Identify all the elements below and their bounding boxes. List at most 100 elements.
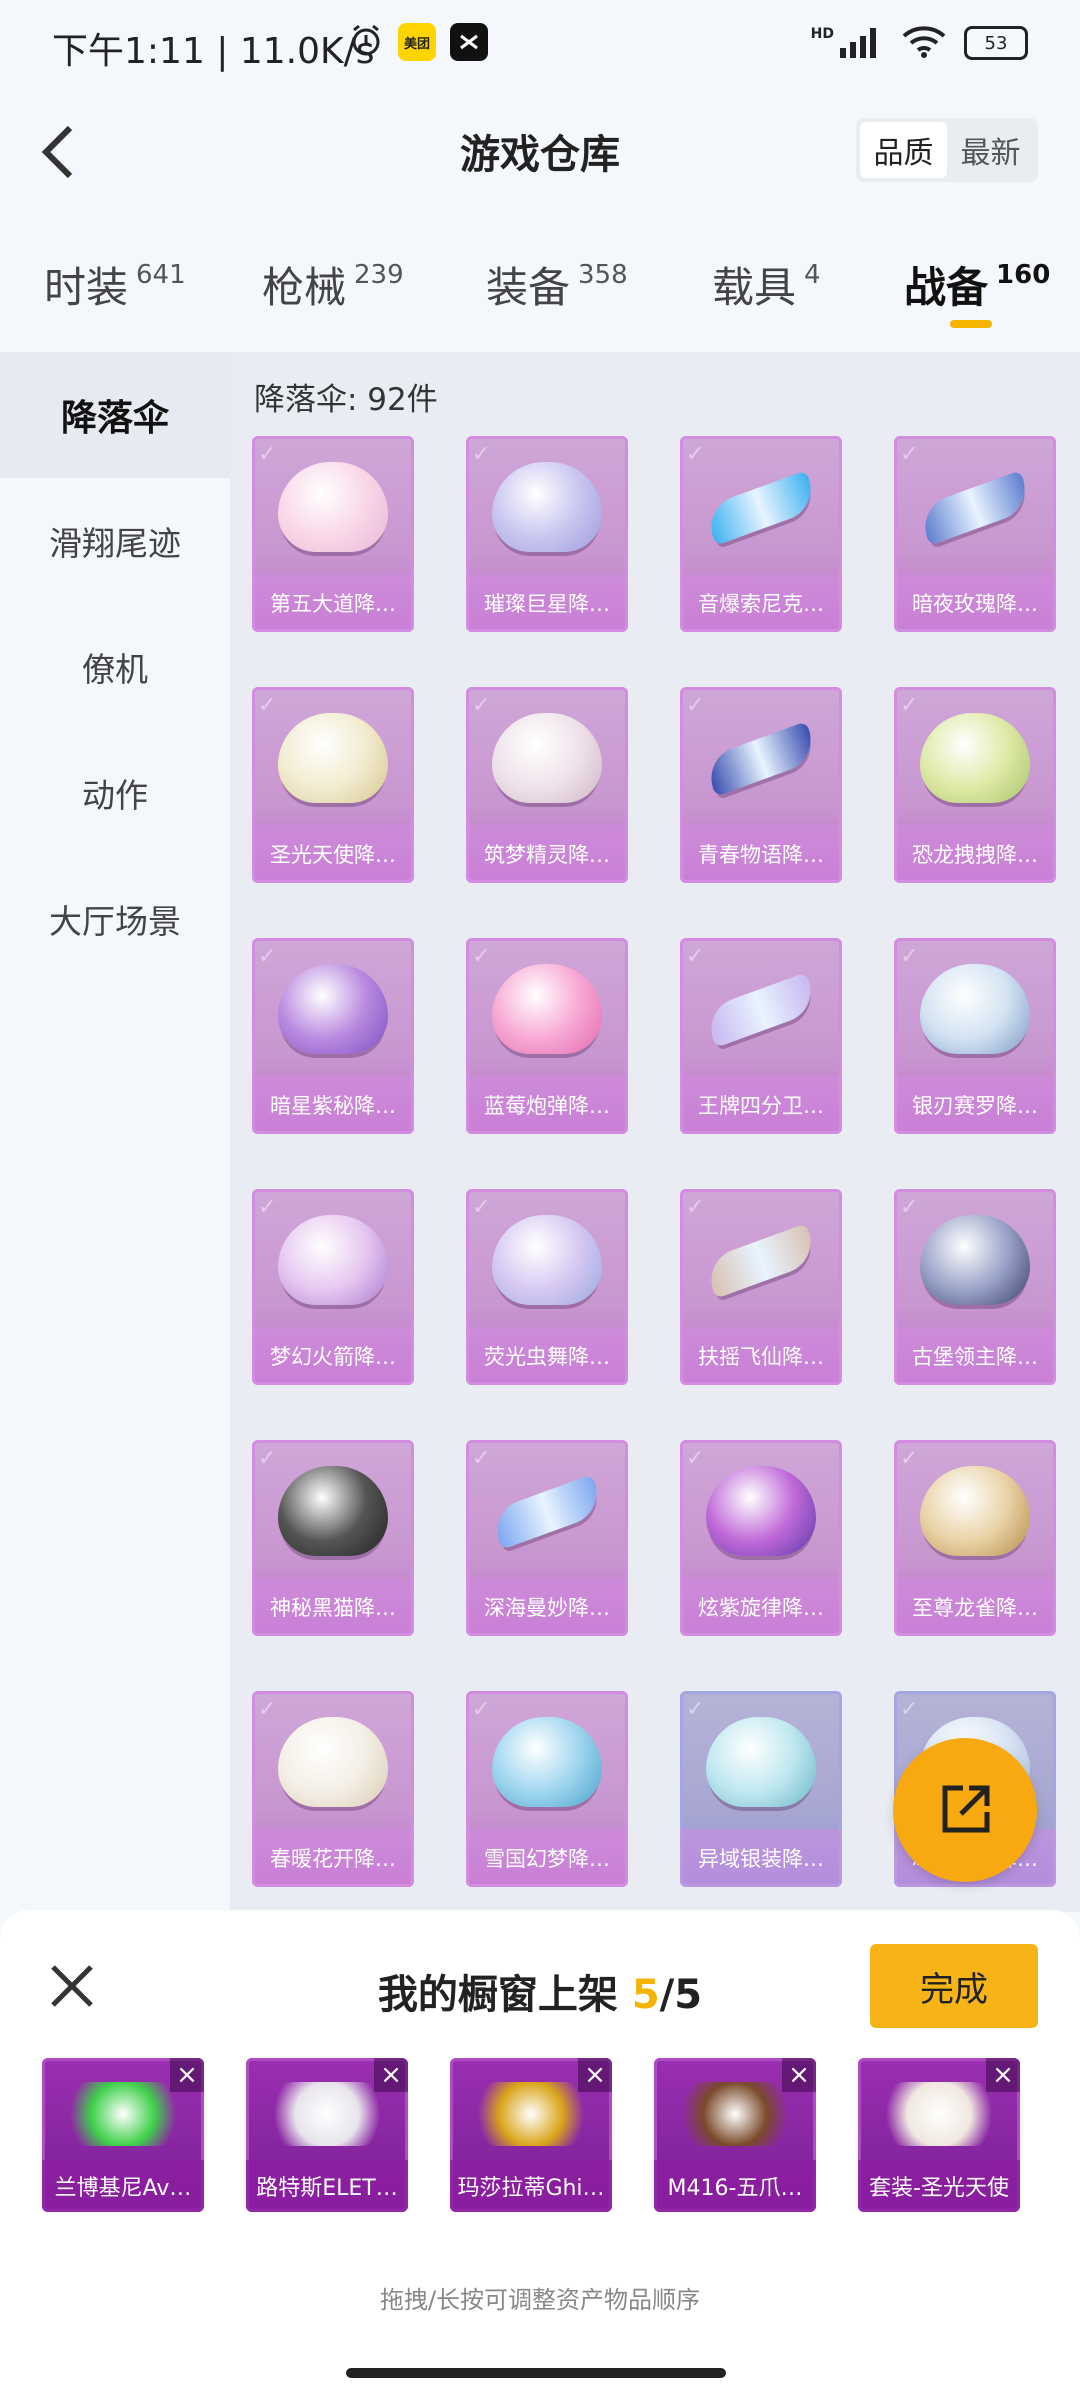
wifi-icon bbox=[902, 24, 946, 62]
item-card[interactable]: ✓ 王牌四分卫… bbox=[680, 938, 842, 1134]
remove-icon[interactable]: × bbox=[782, 2058, 816, 2092]
item-name: 深海曼妙降… bbox=[484, 1596, 610, 1620]
item-card[interactable]: ✓ 扶摇飞仙降… bbox=[680, 1189, 842, 1385]
parachute-art bbox=[278, 713, 388, 803]
showcase-item[interactable]: × M416-五爪… bbox=[654, 2058, 816, 2212]
item-label-strip: 荧光虫舞降… bbox=[466, 1327, 628, 1385]
item-card[interactable]: ✓ 暗夜玫瑰降… bbox=[894, 436, 1056, 632]
status-bar: 下午1:11 | 11.0K/s 美团 HD 53 bbox=[0, 0, 1080, 90]
item-label-strip: 第五大道降… bbox=[252, 574, 414, 632]
item-card[interactable]: ✓ 银刃赛罗降… bbox=[894, 938, 1056, 1134]
sidebar-item-lobby-scene[interactable]: 大厅场景 bbox=[0, 856, 230, 982]
showcase-list: × 兰博基尼Av… × 路特斯ELET… × 玛莎拉蒂Ghi… × M416-五爪… × 套装-圣… bbox=[42, 2058, 1042, 2212]
item-name: 圣光天使降… bbox=[270, 843, 396, 867]
item-card[interactable]: ✓ 炫紫旋律降… bbox=[680, 1440, 842, 1636]
item-label-strip: 雪国幻梦降… bbox=[466, 1829, 628, 1887]
item-card[interactable]: ✓ 青春物语降… bbox=[680, 687, 842, 883]
capcut-app-icon bbox=[450, 23, 488, 61]
remove-icon[interactable]: × bbox=[986, 2058, 1020, 2092]
sidebar-item-wingman[interactable]: 僚机 bbox=[0, 604, 230, 730]
sort-newest[interactable]: 最新 bbox=[947, 122, 1034, 178]
item-card[interactable]: ✓ 音爆索尼克… bbox=[680, 436, 842, 632]
parachute-art bbox=[920, 713, 1030, 803]
showcase-art bbox=[60, 2082, 186, 2146]
item-card[interactable]: ✓ 恐龙拽拽降… bbox=[894, 687, 1056, 883]
item-label-strip: 筑梦精灵降… bbox=[466, 825, 628, 883]
parachute-art bbox=[492, 462, 602, 552]
showcase-item[interactable]: × 路特斯ELET… bbox=[246, 2058, 408, 2212]
item-card[interactable]: ✓ 雪国幻梦降… bbox=[466, 1691, 628, 1887]
tab-readiness[interactable]: 战备 160 bbox=[904, 254, 1050, 315]
item-label-strip: 王牌四分卫… bbox=[680, 1076, 842, 1134]
check-icon: ✓ bbox=[258, 1446, 277, 1471]
item-name: 暗星紫秘降… bbox=[270, 1094, 396, 1118]
item-name: 炫紫旋律降… bbox=[698, 1596, 824, 1620]
check-icon: ✓ bbox=[900, 442, 919, 467]
remove-icon[interactable]: × bbox=[170, 2058, 204, 2092]
item-card[interactable]: ✓ 春暖花开降… bbox=[252, 1691, 414, 1887]
showcase-art bbox=[468, 2082, 594, 2146]
item-label-strip: 圣光天使降… bbox=[252, 825, 414, 883]
check-icon: ✓ bbox=[472, 1446, 491, 1471]
item-card[interactable]: ✓ 第五大道降… bbox=[252, 436, 414, 632]
sidebar: 降落伞 滑翔尾迹 僚机 动作 大厅场景 bbox=[0, 352, 230, 1912]
check-icon: ✓ bbox=[472, 944, 491, 969]
tab-fashion[interactable]: 时装 641 bbox=[44, 254, 186, 315]
alarm-icon bbox=[348, 22, 384, 62]
sidebar-item-parachute[interactable]: 降落伞 bbox=[0, 352, 230, 478]
share-button[interactable] bbox=[893, 1738, 1037, 1882]
item-name: 扶摇飞仙降… bbox=[698, 1345, 824, 1369]
item-card[interactable]: ✓ 蓝莓炮弹降… bbox=[466, 938, 628, 1134]
item-card[interactable]: ✓ 古堡领主降… bbox=[894, 1189, 1056, 1385]
item-card[interactable]: ✓ 至尊龙雀降… bbox=[894, 1440, 1056, 1636]
tab-equipment[interactable]: 装备 358 bbox=[486, 254, 628, 315]
parachute-art bbox=[278, 1215, 388, 1305]
done-button[interactable]: 完成 bbox=[870, 1944, 1038, 2028]
parachute-art bbox=[492, 964, 602, 1054]
item-name: 古堡领主降… bbox=[912, 1345, 1038, 1369]
item-card[interactable]: ✓ 暗星紫秘降… bbox=[252, 938, 414, 1134]
check-icon: ✓ bbox=[472, 693, 491, 718]
item-name: 异域银装降… bbox=[698, 1847, 824, 1871]
item-card[interactable]: ✓ 璀璨巨星降… bbox=[466, 436, 628, 632]
tab-count: 358 bbox=[578, 260, 628, 290]
parachute-art bbox=[920, 1466, 1030, 1556]
item-label-strip: 暗星紫秘降… bbox=[252, 1076, 414, 1134]
showcase-item[interactable]: × 玛莎拉蒂Ghi… bbox=[450, 2058, 612, 2212]
section-title: 降落伞: 92件 bbox=[254, 382, 438, 418]
showcase-item[interactable]: × 套装-圣光天使 bbox=[858, 2058, 1020, 2212]
item-card[interactable]: ✓ 神秘黑猫降… bbox=[252, 1440, 414, 1636]
check-icon: ✓ bbox=[686, 693, 705, 718]
home-indicator[interactable] bbox=[346, 2368, 726, 2378]
item-name: 至尊龙雀降… bbox=[912, 1596, 1038, 1620]
item-card[interactable]: ✓ 筑梦精灵降… bbox=[466, 687, 628, 883]
item-name: 第五大道降… bbox=[270, 592, 396, 616]
category-tabs: 时装 641 枪械 239 装备 358 载具 4 战备 160 bbox=[0, 240, 1080, 340]
item-card[interactable]: ✓ 荧光虫舞降… bbox=[466, 1189, 628, 1385]
item-card[interactable]: ✓ 梦幻火箭降… bbox=[252, 1189, 414, 1385]
parachute-art bbox=[702, 972, 820, 1048]
sidebar-item-emote[interactable]: 动作 bbox=[0, 730, 230, 856]
tab-guns[interactable]: 枪械 239 bbox=[262, 254, 404, 315]
active-tab-indicator bbox=[950, 320, 992, 328]
check-icon: ✓ bbox=[900, 1446, 919, 1471]
check-icon: ✓ bbox=[900, 1697, 919, 1722]
item-label-strip: 至尊龙雀降… bbox=[894, 1578, 1056, 1636]
status-time: 下午1:11 | 11.0K/s bbox=[52, 31, 375, 72]
tab-label: 枪械 bbox=[262, 263, 347, 312]
item-card[interactable]: ✓ 异域银装降… bbox=[680, 1691, 842, 1887]
showcase-item[interactable]: × 兰博基尼Av… bbox=[42, 2058, 204, 2212]
remove-icon[interactable]: × bbox=[374, 2058, 408, 2092]
item-label-strip: 青春物语降… bbox=[680, 825, 842, 883]
remove-icon[interactable]: × bbox=[578, 2058, 612, 2092]
sort-quality[interactable]: 品质 bbox=[860, 122, 947, 178]
parachute-art bbox=[702, 1223, 820, 1299]
tab-vehicles[interactable]: 载具 4 bbox=[712, 254, 821, 315]
item-card[interactable]: ✓ 深海曼妙降… bbox=[466, 1440, 628, 1636]
showcase-art bbox=[672, 2082, 798, 2146]
sidebar-item-glide-trail[interactable]: 滑翔尾迹 bbox=[0, 478, 230, 604]
check-icon: ✓ bbox=[258, 944, 277, 969]
sort-toggle[interactable]: 品质 最新 bbox=[856, 118, 1038, 182]
tab-label: 战备 bbox=[904, 263, 989, 312]
item-card[interactable]: ✓ 圣光天使降… bbox=[252, 687, 414, 883]
